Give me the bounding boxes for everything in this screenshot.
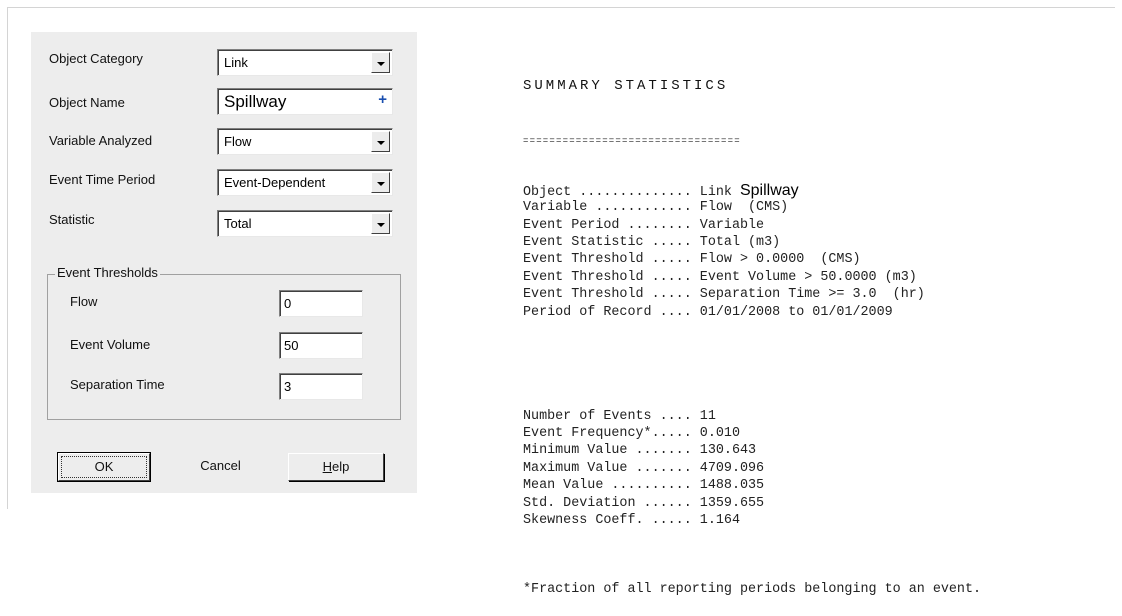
summary-row-value: 0.010 bbox=[699, 425, 740, 441]
help-button-mnemonic: H bbox=[322, 459, 333, 474]
summary-row: Period of Record .... 01/01/2008 to 01/0… bbox=[523, 304, 981, 321]
summary-row-value: Separation Time >= 3.0 (hr) bbox=[699, 287, 925, 303]
object-name-field[interactable]: Spillway + bbox=[217, 88, 393, 115]
summary-row: Event Statistic ..... Total (m3) bbox=[523, 234, 981, 251]
ok-button[interactable]: OK bbox=[57, 452, 151, 482]
summary-row-value: Variable bbox=[699, 217, 765, 233]
summary-title: SUMMARY STATISTICS bbox=[523, 77, 729, 94]
event-thresholds-label: Event Thresholds bbox=[55, 265, 160, 280]
summary-results: Number of Events .... 11 Event Frequency*… bbox=[523, 408, 981, 530]
chevron-down-icon[interactable] bbox=[371, 172, 390, 193]
summary-row-value: Link bbox=[699, 184, 740, 200]
summary-row-key: Event Period ........ bbox=[523, 217, 692, 233]
object-category-dropdown[interactable]: Link bbox=[217, 49, 393, 76]
summary-statistics-report: SUMMARY STATISTICS =====================… bbox=[523, 43, 981, 616]
summary-row: Event Threshold ..... Flow > 0.0000 (CMS… bbox=[523, 251, 981, 268]
summary-row-value: 1359.655 bbox=[699, 495, 765, 511]
summary-row: Event Period ........ Variable bbox=[523, 217, 981, 234]
summary-row: Std. Deviation ...... 1359.655 bbox=[523, 495, 981, 512]
variable-analyzed-value: Flow bbox=[224, 134, 252, 149]
variable-analyzed-label: Variable Analyzed bbox=[49, 133, 153, 148]
summary-row-key: Event Threshold ..... bbox=[523, 252, 692, 268]
summary-row: Maximum Value ....... 4709.096 bbox=[523, 460, 981, 477]
summary-row-value: 1.164 bbox=[699, 512, 740, 528]
summary-row-value: Flow (CMS) bbox=[699, 200, 789, 216]
summary-row-value: 4709.096 bbox=[699, 460, 765, 476]
plus-icon[interactable]: + bbox=[378, 91, 387, 108]
statistic-dropdown[interactable]: Total bbox=[217, 210, 393, 237]
summary-row-key: Event Statistic ..... bbox=[523, 235, 692, 251]
summary-row-key: Minimum Value ....... bbox=[523, 443, 692, 459]
chevron-down-icon[interactable] bbox=[371, 213, 390, 234]
summary-row-key: Variable ............ bbox=[523, 200, 692, 216]
summary-row: Skewness Coeff. ..... 1.164 bbox=[523, 512, 981, 529]
summary-row-key: Mean Value .......... bbox=[523, 478, 692, 494]
summary-row: Object .............. Link Spillway bbox=[523, 181, 981, 200]
summary-row-value-object-name: Spillway bbox=[739, 181, 799, 199]
statistics-dialog: Object Category Object Name Variable Ana… bbox=[31, 32, 417, 493]
summary-row-value: Total (m3) bbox=[699, 235, 781, 251]
object-category-label: Object Category bbox=[49, 51, 143, 66]
summary-row: Variable ............ Flow (CMS) bbox=[523, 199, 981, 216]
summary-row-value: Event Volume > 50.0000 (m3) bbox=[699, 269, 917, 285]
summary-row-key: Number of Events .... bbox=[523, 408, 692, 424]
flow-label: Flow bbox=[70, 294, 98, 309]
summary-row-key: Skewness Coeff. ..... bbox=[523, 512, 692, 528]
separation-time-label: Separation Time bbox=[70, 377, 165, 392]
summary-row-value: 1488.035 bbox=[699, 478, 765, 494]
summary-row-key: Event Frequency*..... bbox=[523, 425, 692, 441]
summary-rule: ================================= bbox=[523, 136, 741, 147]
summary-row-key: Event Threshold ..... bbox=[523, 269, 692, 285]
event-time-period-label: Event Time Period bbox=[49, 172, 156, 187]
event-time-period-value: Event-Dependent bbox=[224, 175, 326, 190]
flow-value: 0 bbox=[284, 296, 292, 311]
summary-row: Mean Value .......... 1488.035 bbox=[523, 477, 981, 494]
summary-row: Event Threshold ..... Separation Time >=… bbox=[523, 286, 981, 303]
flow-input[interactable]: 0 bbox=[279, 290, 363, 317]
summary-row: Number of Events .... 11 bbox=[523, 408, 981, 425]
summary-row-value: 01/01/2008 to 01/01/2009 bbox=[699, 304, 893, 320]
summary-row-value: 130.643 bbox=[699, 443, 757, 459]
event-volume-label: Event Volume bbox=[70, 337, 151, 352]
summary-row: Minimum Value ....... 130.643 bbox=[523, 442, 981, 459]
help-button[interactable]: Help bbox=[288, 453, 384, 481]
event-volume-value: 50 bbox=[284, 338, 299, 353]
summary-row-key: Period of Record .... bbox=[523, 304, 692, 320]
chevron-down-icon[interactable] bbox=[371, 131, 390, 152]
variable-analyzed-dropdown[interactable]: Flow bbox=[217, 128, 393, 155]
summary-row-key: Maximum Value ....... bbox=[523, 460, 692, 476]
summary-row-value: 11 bbox=[699, 408, 716, 424]
separation-time-input[interactable]: 3 bbox=[279, 373, 363, 400]
event-volume-input[interactable]: 50 bbox=[279, 332, 363, 359]
summary-parameters: Object .............. Link Spillway Varia… bbox=[523, 182, 981, 321]
object-name-value: Spillway bbox=[224, 92, 287, 111]
summary-row-key: Event Threshold ..... bbox=[523, 287, 692, 303]
separation-time-value: 3 bbox=[284, 379, 292, 394]
chevron-down-icon[interactable] bbox=[371, 52, 390, 73]
summary-row: Event Threshold ..... Event Volume > 50.… bbox=[523, 269, 981, 286]
object-name-label: Object Name bbox=[49, 95, 125, 110]
event-time-period-dropdown[interactable]: Event-Dependent bbox=[217, 169, 393, 196]
summary-row-key: Std. Deviation ...... bbox=[523, 495, 692, 511]
cancel-button[interactable]: Cancel bbox=[174, 453, 267, 481]
summary-row: Event Frequency*..... 0.010 bbox=[523, 425, 981, 442]
object-category-value: Link bbox=[224, 55, 248, 70]
statistic-value: Total bbox=[224, 216, 252, 231]
statistic-label: Statistic bbox=[49, 212, 95, 227]
summary-row-key: Object .............. bbox=[523, 184, 692, 200]
help-button-label: elp bbox=[332, 459, 350, 474]
summary-footnote: *Fraction of all reporting periods belon… bbox=[523, 582, 982, 598]
summary-row-value: Flow > 0.0000 (CMS) bbox=[699, 252, 861, 268]
